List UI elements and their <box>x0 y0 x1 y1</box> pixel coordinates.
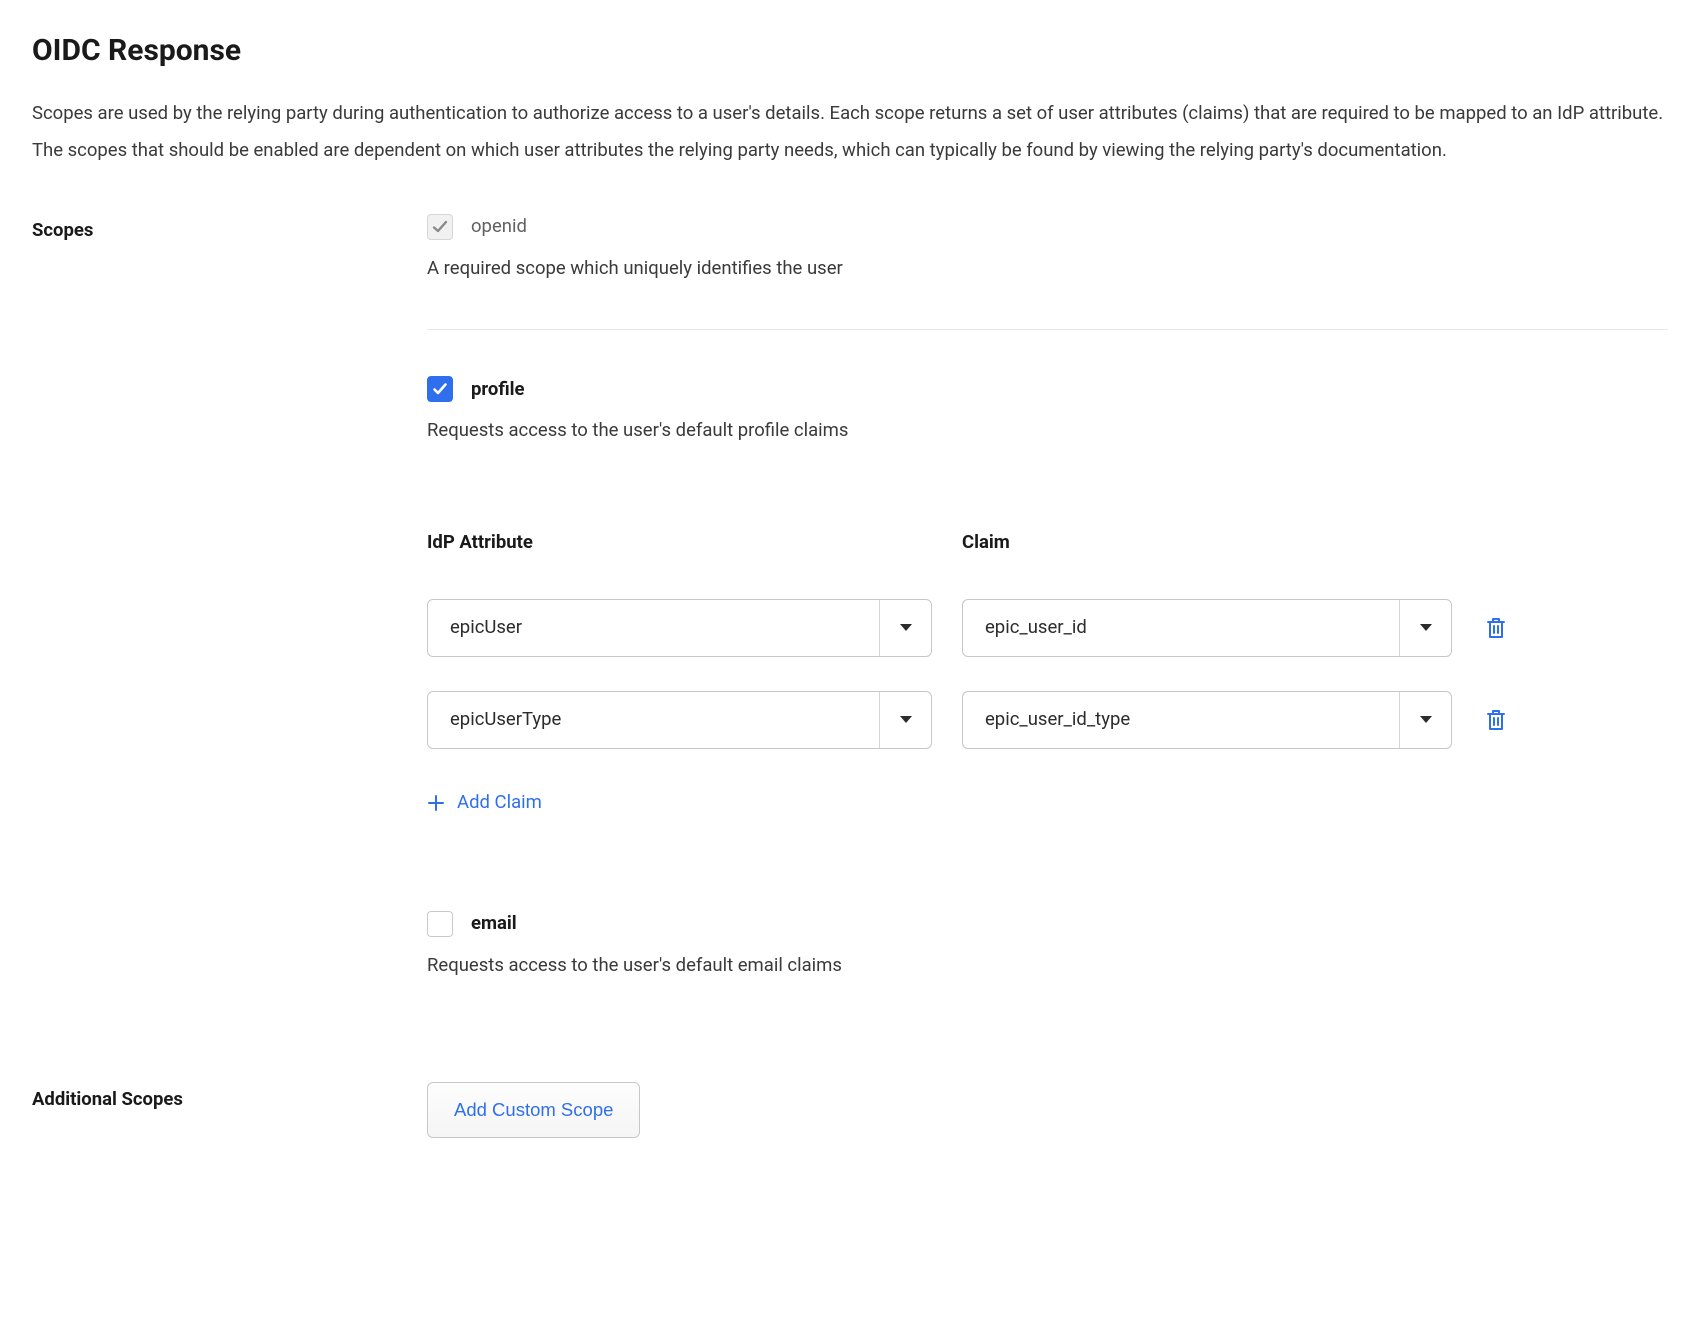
idp-attribute-value: epicUserType <box>428 692 879 748</box>
divider <box>427 329 1668 330</box>
trash-icon <box>1485 616 1507 640</box>
checkbox-openid <box>427 214 453 240</box>
scope-openid-checkrow: openid <box>427 213 1668 241</box>
scope-email-name: email <box>471 910 517 938</box>
claim-value: epic_user_id_type <box>963 692 1399 748</box>
check-icon <box>432 219 448 235</box>
idp-attribute-header: IdP Attribute <box>427 529 932 557</box>
check-icon <box>432 381 448 397</box>
plus-icon <box>427 794 445 812</box>
claim-value: epic_user_id <box>963 600 1399 656</box>
chevron-down-icon <box>1399 600 1451 656</box>
idp-attribute-select[interactable]: epicUser <box>427 599 932 657</box>
scopes-content: openid A required scope which uniquely i… <box>427 213 1668 1026</box>
mapping-row: epicUser epic_user_id <box>427 599 1668 657</box>
page-title: OIDC Response <box>32 28 1668 73</box>
mapping-section: IdP Attribute Claim epicUser epic_user_i… <box>427 529 1668 820</box>
chevron-down-icon <box>879 692 931 748</box>
mapping-row: epicUserType epic_user_id_type <box>427 691 1668 749</box>
scope-profile-desc: Requests access to the user's default pr… <box>427 417 1668 445</box>
scope-openid-name: openid <box>471 213 527 241</box>
scope-email-desc: Requests access to the user's default em… <box>427 952 1668 980</box>
additional-scopes-content: Add Custom Scope <box>427 1082 1668 1138</box>
claim-select[interactable]: epic_user_id <box>962 599 1452 657</box>
mapping-header: IdP Attribute Claim <box>427 529 1668 557</box>
claim-select[interactable]: epic_user_id_type <box>962 691 1452 749</box>
checkbox-profile[interactable] <box>427 376 453 402</box>
delete-mapping-button[interactable] <box>1482 706 1510 734</box>
additional-scopes-row: Additional Scopes Add Custom Scope <box>32 1082 1668 1138</box>
scope-openid-desc: A required scope which uniquely identifi… <box>427 255 1668 283</box>
idp-attribute-value: epicUser <box>428 600 879 656</box>
add-claim-label: Add Claim <box>457 789 542 817</box>
intro-text: Scopes are used by the relying party dur… <box>32 95 1668 169</box>
chevron-down-icon <box>879 600 931 656</box>
scope-profile: profile Requests access to the user's de… <box>427 376 1668 867</box>
checkbox-email[interactable] <box>427 911 453 937</box>
add-custom-scope-button[interactable]: Add Custom Scope <box>427 1082 640 1138</box>
scopes-label: Scopes <box>32 213 427 245</box>
scopes-row: Scopes openid A required scope which uni… <box>32 213 1668 1026</box>
idp-attribute-select[interactable]: epicUserType <box>427 691 932 749</box>
scope-profile-checkrow: profile <box>427 376 1668 404</box>
scope-email: email Requests access to the user's defa… <box>427 910 1668 1026</box>
add-claim-button[interactable]: Add Claim <box>427 789 542 817</box>
trash-icon <box>1485 708 1507 732</box>
scope-email-checkrow: email <box>427 910 1668 938</box>
scope-profile-name: profile <box>471 376 525 404</box>
delete-mapping-button[interactable] <box>1482 614 1510 642</box>
scope-openid: openid A required scope which uniquely i… <box>427 213 1668 329</box>
chevron-down-icon <box>1399 692 1451 748</box>
additional-scopes-label: Additional Scopes <box>32 1082 427 1114</box>
claim-header: Claim <box>962 529 1452 557</box>
